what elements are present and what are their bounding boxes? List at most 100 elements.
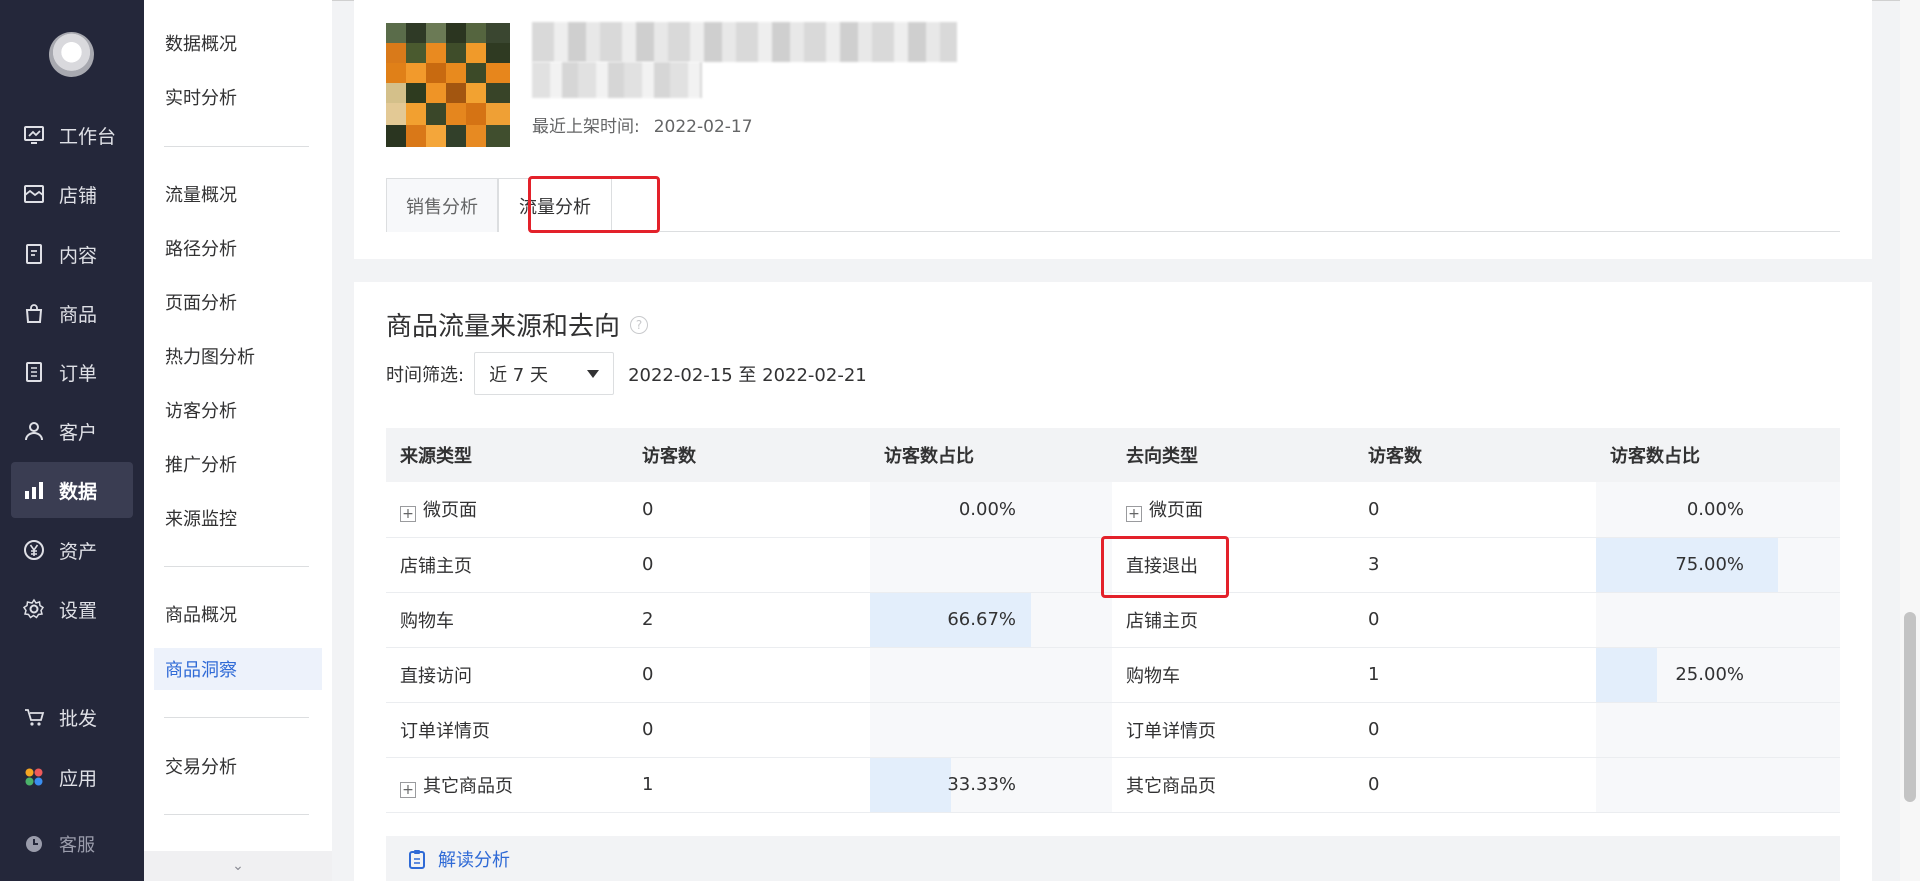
table-row: + 微页面 0 0.00% + 微页面 0 0.00% (386, 482, 1840, 538)
traffic-table: 来源类型 访客数 访客数占比 去向类型 访客数 访客数占比 + 微页面 0 0.00%… (386, 428, 1840, 813)
src-type-label: 直接访问 (400, 665, 472, 687)
dst-visits-cell: 0 (1354, 702, 1596, 758)
src-ratio-cell: 66.67% (870, 592, 1112, 648)
src-type-cell: 店铺主页 (386, 537, 628, 593)
dst-type-label: 其它商品页 (1126, 775, 1216, 797)
store-icon (24, 185, 44, 203)
column-header: 访客数占比 (870, 428, 1112, 482)
interpret-label: 解读分析 (438, 849, 510, 871)
dst-type-cell: + 微页面 (1112, 482, 1354, 538)
nav-item-data[interactable]: 数据 (11, 462, 133, 518)
nav-item-wholesale[interactable]: 批发 (11, 689, 133, 745)
submenu-divider (164, 146, 309, 147)
src-ratio-cell: 0.00% (870, 482, 1112, 538)
expand-plus-icon[interactable]: + (400, 506, 416, 523)
dst-ratio-cell: 0.00% (1596, 482, 1840, 538)
src-ratio-cell: 33.33% (870, 757, 1112, 813)
nav-item-service[interactable]: 客服 (11, 816, 133, 872)
nav-item-order[interactable]: 订单 (11, 344, 133, 400)
dst-type-label: 购物车 (1126, 665, 1180, 687)
page-scrollbar[interactable] (1900, 0, 1920, 881)
src-type-label: 购物车 (400, 610, 454, 632)
src-visits-cell: 2 (628, 592, 870, 648)
submenu-item[interactable]: 实时分析 (154, 76, 322, 118)
column-header: 访客数 (628, 428, 870, 482)
dst-visits-cell: 0 (1354, 592, 1596, 648)
order-icon (26, 362, 42, 382)
help-icon[interactable]: ? (630, 315, 649, 334)
avatar[interactable] (49, 32, 94, 77)
primary-nav: 工作台 店铺 内容 商品 订单 客户 数据 资产 设置 批发 应用 客服 (0, 0, 144, 881)
scrollbar-thumb[interactable] (1904, 612, 1916, 802)
ratio-percent: 0.00% (1686, 498, 1744, 520)
dst-visits-cell: 0 (1354, 757, 1596, 813)
table-row: 直接访问 0 购物车 1 25.00% (386, 647, 1840, 703)
column-header: 来源类型 (386, 428, 628, 482)
secondary-menu: 数据概况 实时分析 流量概况 路径分析 页面分析 热力图分析 访客分析 推广分析… (144, 0, 332, 881)
shelf-time-value: 2022-02-17 (653, 117, 753, 137)
submenu-item[interactable]: 流量概况 (154, 173, 322, 215)
dst-ratio-cell (1596, 702, 1840, 758)
column-header: 访客数占比 (1596, 428, 1840, 482)
submenu-item[interactable]: 商品概况 (154, 593, 322, 635)
submenu-item[interactable]: 来源监控 (154, 497, 322, 539)
nav-label: 客服 (59, 835, 95, 856)
nav-label: 应用 (59, 767, 98, 790)
src-type-label: 订单详情页 (400, 720, 490, 742)
submenu-item[interactable]: 页面分析 (154, 281, 322, 323)
product-name-redacted (532, 22, 957, 62)
src-ratio-cell (870, 647, 1112, 703)
submenu-item[interactable]: 热力图分析 (154, 335, 322, 377)
src-type-cell: 直接访问 (386, 647, 628, 703)
nav-item-workbench[interactable]: 工作台 (11, 107, 133, 163)
product-thumbnail[interactable] (386, 23, 510, 147)
table-row: 订单详情页 0 订单详情页 0 (386, 702, 1840, 758)
dst-type-cell: 其它商品页 (1112, 757, 1354, 813)
nav-item-apps[interactable]: 应用 (11, 749, 133, 805)
period-select[interactable]: 近 7 天 (474, 352, 615, 395)
src-type-cell: + 其它商品页 (386, 757, 628, 813)
nav-item-content[interactable]: 内容 (11, 226, 133, 282)
submenu-expand-button[interactable]: ⌄ (144, 851, 332, 881)
interpret-analysis-button[interactable]: 解读分析 (386, 836, 1840, 881)
src-ratio-cell (870, 702, 1112, 758)
ratio-percent: 33.33% (947, 774, 1016, 795)
nav-item-customer[interactable]: 客户 (11, 403, 133, 459)
document-icon (26, 244, 42, 264)
nav-label: 店铺 (59, 184, 98, 207)
dst-type-label: 微页面 (1149, 500, 1203, 522)
submenu-item[interactable]: 推广分析 (154, 443, 322, 485)
nav-item-settings[interactable]: 设置 (11, 581, 133, 637)
table-header-row: 来源类型 访客数 访客数占比 去向类型 访客数 访客数占比 (386, 428, 1840, 482)
highlight-box (528, 176, 660, 233)
shelf-time: 最近上架时间: 2022-02-17 (532, 112, 753, 137)
column-header: 去向类型 (1112, 428, 1354, 482)
submenu-item[interactable]: 路径分析 (154, 227, 322, 269)
submenu-item-active[interactable]: 商品洞察 (154, 648, 322, 690)
clipboard-icon (409, 849, 425, 869)
section-title: 商品流量来源和去向 ? (386, 306, 649, 343)
bag-icon (25, 304, 43, 323)
table-row: + 其它商品页 1 33.33% 其它商品页 0 (386, 757, 1840, 813)
submenu-item[interactable]: 数据概况 (154, 22, 322, 64)
nav-item-store[interactable]: 店铺 (11, 166, 133, 222)
nav-item-assets[interactable]: 资产 (11, 522, 133, 578)
tab-sales-analysis[interactable]: 销售分析 (386, 178, 498, 232)
nav-item-goods[interactable]: 商品 (11, 285, 133, 341)
nav-label: 订单 (59, 362, 98, 385)
nav-label: 设置 (59, 599, 98, 622)
submenu-item[interactable]: 交易分析 (154, 745, 322, 787)
src-type-cell: + 微页面 (386, 482, 628, 538)
expand-plus-icon[interactable]: + (400, 781, 416, 798)
filter-label: 时间筛选: (386, 364, 465, 386)
submenu-item[interactable]: 访客分析 (154, 389, 322, 431)
dst-ratio-cell: 25.00% (1596, 647, 1840, 703)
nav-label: 数据 (59, 480, 98, 503)
expand-plus-icon[interactable]: + (1126, 506, 1142, 523)
highlight-box (1101, 536, 1229, 598)
dst-visits-cell: 3 (1354, 537, 1596, 593)
period-select-value: 近 7 天 (489, 364, 548, 386)
traffic-flow-panel: 商品流量来源和去向 ? 时间筛选: 近 7 天 2022-02-15 至 202… (354, 282, 1872, 881)
dst-visits-cell: 1 (1354, 647, 1596, 703)
ratio-bar (1596, 647, 1657, 702)
